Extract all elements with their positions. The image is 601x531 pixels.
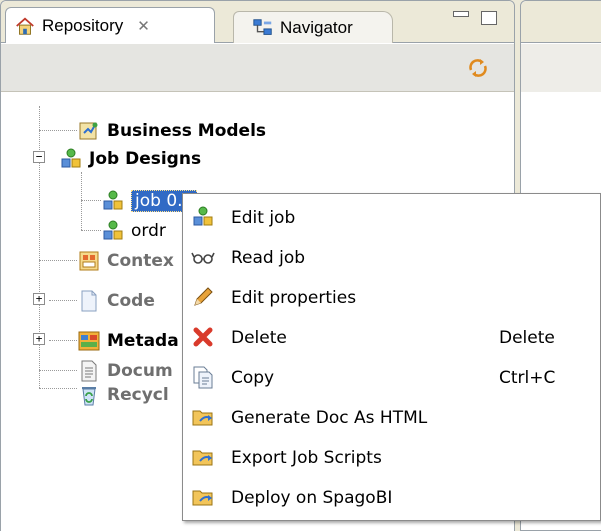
menu-item-label: Delete <box>231 327 287 348</box>
export-folder-icon <box>192 450 213 466</box>
business-model-icon <box>79 122 98 140</box>
menu-item-export-job-scripts[interactable]: Export Job Scripts <box>183 438 600 477</box>
tree-item-contexts[interactable]: Contex <box>77 247 174 275</box>
house-icon <box>16 16 34 35</box>
menu-item-delete[interactable]: Delete Delete <box>183 318 600 357</box>
menu-item-generate-doc[interactable]: Generate Doc As HTML <box>183 398 600 437</box>
document-icon <box>81 290 97 312</box>
collapse-icon[interactable]: − <box>33 151 45 163</box>
tree-item-label: Recycl <box>107 385 169 405</box>
maximize-icon[interactable] <box>481 11 497 25</box>
job-icon <box>193 206 213 226</box>
tree-item-label: Job Designs <box>89 149 202 169</box>
tree-connector <box>39 106 40 388</box>
document-icon <box>81 360 97 382</box>
tree-connector <box>81 172 82 230</box>
menu-item-shortcut: Ctrl+C <box>499 367 556 388</box>
tree-item-label: Metada <box>107 331 179 351</box>
tree-connector <box>39 388 77 389</box>
menu-item-deploy-spagobi[interactable]: Deploy on SpagoBI <box>183 478 600 517</box>
menu-item-label: Edit job <box>231 207 296 228</box>
menu-item-edit-properties[interactable]: Edit properties <box>183 278 600 317</box>
pencil-icon <box>194 287 213 306</box>
menu-item-shortcut: Delete <box>499 327 555 348</box>
editor-tab-bar <box>521 1 601 43</box>
menu-item-label: Deploy on SpagoBI <box>231 487 393 508</box>
tab-repository[interactable]: Repository ✕ <box>5 7 215 43</box>
tree-item-business-models[interactable]: Business Models <box>77 117 266 145</box>
tree-item-label: Business Models <box>107 121 267 141</box>
close-icon[interactable]: ✕ <box>137 17 150 35</box>
tree-item-recycle-bin[interactable]: Recycl <box>77 381 169 409</box>
metadata-icon <box>78 331 100 351</box>
expand-icon[interactable]: + <box>33 293 45 305</box>
menu-item-label: Copy <box>231 367 275 388</box>
job-icon <box>103 220 123 240</box>
menu-item-label: Export Job Scripts <box>231 447 382 468</box>
menu-item-edit-job[interactable]: Edit job <box>183 198 600 237</box>
tree-item-label: Code <box>107 291 155 311</box>
editor-toolbar <box>521 44 601 92</box>
tree-item-code[interactable]: Code <box>77 287 155 315</box>
export-folder-icon <box>192 410 213 426</box>
export-folder-icon <box>192 490 213 506</box>
job-icon <box>61 148 81 168</box>
tree-connector <box>39 370 77 371</box>
recycle-bin-icon <box>82 387 96 406</box>
tree-connector <box>39 130 77 131</box>
view-window-controls <box>453 11 497 25</box>
navigator-icon <box>253 18 272 35</box>
minimize-icon[interactable] <box>453 11 469 17</box>
tab-navigator-label: Navigator <box>280 17 353 37</box>
context-icon <box>79 251 99 271</box>
tree-connector <box>49 300 77 301</box>
tree-item-job-second[interactable]: ordr <box>101 217 166 245</box>
sync-icon[interactable] <box>466 56 490 80</box>
red-x-icon <box>193 327 213 347</box>
tree-item-job-designs[interactable]: Job Designs <box>59 145 201 173</box>
menu-item-label: Edit properties <box>231 287 357 308</box>
menu-item-read-job[interactable]: Read job <box>183 238 600 277</box>
tree-connector <box>39 260 77 261</box>
tree-item-label: Docum <box>107 361 173 381</box>
context-menu: Edit job Read job Edit properties Delete… <box>182 193 601 521</box>
tree-connector <box>49 340 77 341</box>
menu-item-copy[interactable]: Copy Ctrl+C <box>183 358 600 397</box>
tree-item-metadata[interactable]: Metada <box>77 327 179 355</box>
job-icon <box>103 190 123 210</box>
tab-repository-label: Repository <box>42 15 124 35</box>
view-toolbar <box>1 44 514 92</box>
tree-item-label: ordr <box>131 221 166 241</box>
tab-navigator[interactable]: Navigator <box>233 11 393 43</box>
tree-connector <box>81 230 101 231</box>
expand-icon[interactable]: + <box>33 333 45 345</box>
view-tab-bar: Repository ✕ Navigator <box>1 1 514 43</box>
tree-connector <box>81 200 101 201</box>
glasses-icon <box>191 252 215 264</box>
menu-item-label: Read job <box>231 247 306 268</box>
menu-item-label: Generate Doc As HTML <box>231 407 428 428</box>
tree-item-label: Contex <box>107 251 174 271</box>
copy-icon <box>193 366 213 389</box>
